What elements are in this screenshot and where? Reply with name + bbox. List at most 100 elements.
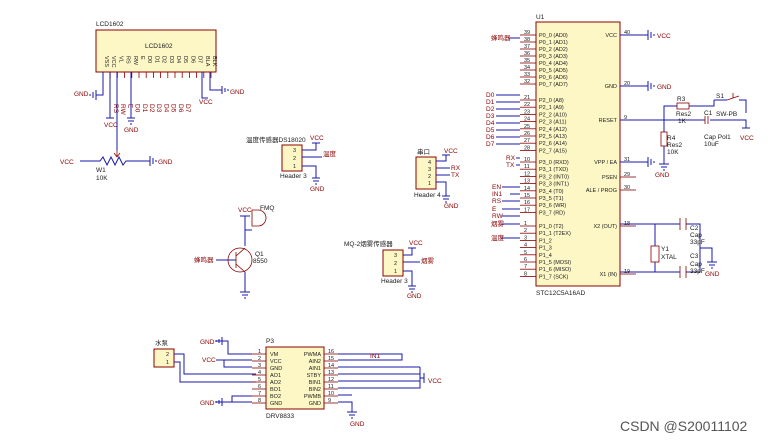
smoke-title: MQ-2烟雾传感器 — [344, 239, 393, 248]
smoke-net: 烟雾 — [421, 256, 435, 265]
mcu-net-label: D0 — [486, 92, 495, 99]
mcu-pin-name: P0_7 (AD7) — [539, 82, 568, 88]
s1-ref: S1 — [716, 93, 724, 100]
driver-in1: IN1 — [370, 353, 381, 360]
mcu-pin-num: 32 — [524, 79, 530, 85]
c1-ref: C1 — [704, 110, 713, 117]
smoke-gnd: GND — [407, 293, 422, 300]
mcu-net-label: RW — [492, 213, 504, 220]
pot-value: 10K — [96, 175, 108, 182]
mcu-net-label: D2 — [486, 106, 495, 113]
mcu-pin-name: P3_5 (T1) — [539, 196, 564, 202]
mcu-pin-name: X1 (IN) — [600, 272, 618, 278]
driver-pin-name: BIN1 — [309, 380, 321, 386]
serial-pin2: 2 — [428, 174, 431, 180]
driver-pin-num: 1 — [258, 349, 261, 355]
c3-val: 33pF — [690, 268, 705, 275]
mcu-pin-name: P2_2 (A10) — [539, 112, 567, 118]
mcu-pin-name: P1_0 (T2) — [539, 224, 564, 230]
smoke-block: MQ-2烟雾传感器 3 2 1 VCC 烟雾 GND Header 3 — [344, 239, 435, 300]
mcu-gnd: GND — [657, 84, 672, 91]
driver-pin-num: 14 — [328, 363, 334, 369]
mcu-pin-num: 30 — [624, 185, 630, 191]
mcu-ref: U1 — [536, 14, 545, 21]
pump-title: 水泵 — [155, 338, 169, 347]
driver-pin-name: AIN1 — [309, 366, 321, 372]
lcd-pin-label: D1 — [153, 56, 159, 63]
lcd-pin-label: VSS — [103, 56, 109, 67]
mcu-pin-name: P1_5 (MOSI) — [539, 260, 571, 266]
driver-pin-num: 6 — [258, 384, 261, 390]
driver-pin-name: AO2 — [270, 380, 281, 386]
lcd-pin-label: D4 — [175, 56, 181, 63]
driver-pin-name: STBY — [307, 373, 322, 379]
r3-name: Res2 — [676, 111, 692, 118]
mcu-pin-name: P0_0 (AD0) — [539, 33, 568, 39]
c2-name: Cap — [690, 232, 702, 239]
pot-vcc: VCC — [60, 159, 74, 166]
mcu-pin-name: P3_4 (T0) — [539, 189, 564, 195]
mcu-pin-num: 27 — [524, 138, 530, 144]
mcu-pin-name: P2_5 (A13) — [539, 134, 567, 140]
mcu-net-label: D5 — [486, 127, 495, 134]
temp-pin3: 3 — [293, 148, 296, 154]
lcd-gnd3-label: GND — [230, 89, 245, 96]
lcd-pin-label: RW — [132, 56, 138, 66]
mcu-pin-name: P2_1 (A9) — [539, 105, 564, 111]
mcu-pin-name: P1_7 (SCK) — [539, 274, 569, 280]
buzzer-vcc: VCC — [238, 207, 252, 214]
mcu-pin-name: P0_1 (AD1) — [539, 40, 568, 46]
mcu-block: U1 STC12C5A16AD 39 P0_0 (AD0)38 P0_1 (AD1)… — [486, 14, 636, 297]
driver-pin-name: PWMB — [304, 394, 321, 400]
mcu-pin-name: P3_0 (RXD) — [539, 160, 569, 166]
mcu-pin-name: P1_1 (T2EX) — [539, 231, 571, 237]
temp-gnd: GND — [310, 186, 325, 193]
crystal-gnd: GND — [705, 271, 720, 278]
smoke-header-body — [382, 249, 404, 277]
driver-pin-num: 11 — [328, 384, 334, 390]
mcu-pin-num: 36 — [524, 51, 530, 57]
mcu-pin-num: 23 — [524, 109, 530, 115]
mcu-net-label: 蜂鸣器 — [491, 33, 511, 42]
driver-pin-num: 12 — [328, 377, 334, 383]
mcu-pin-num: 39 — [524, 30, 530, 36]
mcu-pin-num: 3 — [524, 235, 527, 241]
lcd-net-label: RW — [119, 104, 126, 116]
driver-pin-name: BO2 — [270, 394, 281, 400]
driver-pin-name: BIN2 — [309, 387, 321, 393]
mcu-pin-num: 25 — [524, 124, 530, 130]
driver-pin-name: GND — [309, 401, 321, 407]
crystal-circuit: Y1 XTAL C2 Cap 33pF C3 Cap 33pF GND — [620, 218, 720, 278]
lcd-vcc2-label: VCC — [199, 99, 213, 106]
mcu-net-label: RS — [492, 198, 502, 205]
driver-right-pins: 16 PWMA 15 AIN2 14 AIN1 13 STBY 12 BIN1 11 BIN2 10 PW… — [304, 349, 338, 407]
lcd-pin-label: E — [139, 56, 145, 60]
reset-gnd: GND — [655, 172, 670, 179]
smoke-pin2: 2 — [394, 261, 397, 267]
temp-net: 温度 — [323, 149, 337, 158]
pot-ref: W1 — [96, 167, 106, 174]
lcd-pin-label: D3 — [168, 56, 174, 63]
mcu-pin-num: 10 — [524, 157, 530, 163]
lcd-pin-label: D5 — [182, 56, 188, 63]
c2-val: 33pF — [690, 239, 705, 246]
driver-pin-name: AO1 — [270, 373, 281, 379]
mcu-pin-name: X2 (OUT) — [593, 224, 617, 230]
reset-circuit: R3 Res2 1K S1 SW-PB C1 Cap Pol1 10uF R4 … — [620, 93, 754, 179]
r4-ref: R4 — [667, 135, 676, 142]
mcu-pin-name: P2_3 (A11) — [539, 120, 567, 126]
driver-pin-name: GND — [270, 401, 282, 407]
driver-vcc: VCC — [202, 357, 216, 364]
mcu-pin-num: 13 — [524, 179, 530, 185]
mcu-pin-num: 37 — [524, 44, 530, 50]
mcu-pin-name: P0_2 (AD2) — [539, 47, 568, 53]
lcd-pin-label: D6 — [189, 56, 195, 63]
driver-pin-num: 10 — [328, 391, 334, 397]
temp-pin1: 1 — [293, 164, 296, 170]
mcu-pin-name: P3_2 (INT0) — [539, 174, 569, 180]
schematic-canvas: LCD1602 LCD1602 VSS VCC VL RS RW E D0 D1 D2 D3 D4 D… — [0, 0, 771, 442]
driver-part: DRV8833 — [266, 413, 294, 420]
lcd-pin-label: BLK — [211, 56, 217, 67]
mcu-pin-num: 2 — [524, 228, 527, 234]
mcu-pin-name: P1_2 — [539, 238, 552, 244]
